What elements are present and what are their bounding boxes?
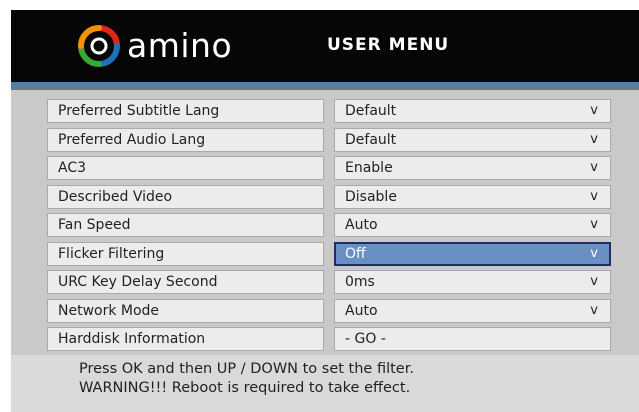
setting-value: Off bbox=[345, 245, 366, 262]
amino-logo: amino bbox=[77, 24, 232, 68]
setting-value-dropdown[interactable]: Auto v bbox=[334, 298, 611, 323]
setting-value-dropdown[interactable]: Default v bbox=[334, 127, 611, 152]
dropdown-arrow-icon: v bbox=[590, 103, 598, 118]
setting-value: Default bbox=[345, 103, 397, 119]
setting-value-dropdown[interactable]: Disable v bbox=[334, 184, 611, 209]
setting-label: Preferred Audio Lang bbox=[47, 127, 324, 152]
menu-row-fan-speed: Fan Speed Auto v bbox=[47, 213, 611, 242]
menu-row-flicker-filtering: Flicker Filtering Off v bbox=[47, 241, 611, 271]
setting-value: Auto bbox=[345, 217, 378, 233]
divider bbox=[11, 88, 639, 90]
setting-label: AC3 bbox=[47, 156, 324, 180]
dropdown-arrow-icon: v bbox=[590, 131, 598, 147]
setting-value: Auto bbox=[345, 302, 378, 319]
setting-label: Preferred Subtitle Lang bbox=[47, 99, 324, 123]
setting-value: Enable bbox=[345, 160, 393, 176]
menu-row-described-video: Described Video Disable v bbox=[47, 184, 611, 214]
setting-value: 0ms bbox=[345, 274, 375, 290]
setting-value: Disable bbox=[345, 188, 397, 205]
dropdown-arrow-icon: v bbox=[590, 160, 598, 175]
menu-row-audio-lang: Preferred Audio Lang Default v bbox=[47, 127, 611, 157]
dropdown-arrow-icon: v bbox=[590, 188, 598, 204]
tv-screen: amino USER MENU Preferred Subtitle Lang … bbox=[11, 10, 639, 412]
dropdown-arrow-icon: v bbox=[590, 274, 598, 289]
dropdown-arrow-icon: v bbox=[590, 302, 598, 318]
setting-label: Network Mode bbox=[47, 298, 324, 323]
menu-row-subtitle-lang: Preferred Subtitle Lang Default v bbox=[47, 99, 611, 128]
amino-swirl-icon bbox=[78, 25, 120, 67]
dropdown-arrow-icon: v bbox=[590, 217, 598, 232]
dropdown-arrow-icon: v bbox=[590, 245, 598, 261]
setting-value-dropdown[interactable]: 0ms v bbox=[334, 270, 611, 294]
setting-label: Fan Speed bbox=[47, 213, 324, 237]
setting-value: Default bbox=[345, 131, 397, 148]
help-text: Press OK and then UP / DOWN to set the f… bbox=[79, 361, 414, 377]
warning-text: WARNING!!! Reboot is required to take ef… bbox=[79, 380, 411, 396]
help-footer: Press OK and then UP / DOWN to set the f… bbox=[11, 355, 639, 412]
settings-menu: Preferred Subtitle Lang Default v Prefer… bbox=[47, 99, 611, 356]
go-button[interactable]: - GO - bbox=[334, 327, 611, 351]
setting-value-dropdown[interactable]: Auto v bbox=[334, 213, 611, 237]
setting-value: - GO - bbox=[345, 331, 386, 347]
setting-value-dropdown[interactable]: Default v bbox=[334, 99, 611, 123]
page-title: USER MENU bbox=[327, 35, 450, 55]
setting-label: Described Video bbox=[47, 184, 324, 209]
menu-row-ac3: AC3 Enable v bbox=[47, 156, 611, 185]
setting-value-dropdown[interactable]: Enable v bbox=[334, 156, 611, 180]
menu-row-urc-key-delay: URC Key Delay Second 0ms v bbox=[47, 270, 611, 299]
menu-row-harddisk-info: Harddisk Information - GO - bbox=[47, 327, 611, 356]
setting-label: Flicker Filtering bbox=[47, 241, 324, 266]
setting-label: Harddisk Information bbox=[47, 327, 324, 351]
setting-value-dropdown-selected[interactable]: Off v bbox=[334, 241, 611, 266]
setting-label: URC Key Delay Second bbox=[47, 270, 324, 294]
menu-row-network-mode: Network Mode Auto v bbox=[47, 298, 611, 328]
logo-wordmark: amino bbox=[127, 26, 233, 65]
header-bar: amino USER MENU bbox=[11, 10, 639, 82]
